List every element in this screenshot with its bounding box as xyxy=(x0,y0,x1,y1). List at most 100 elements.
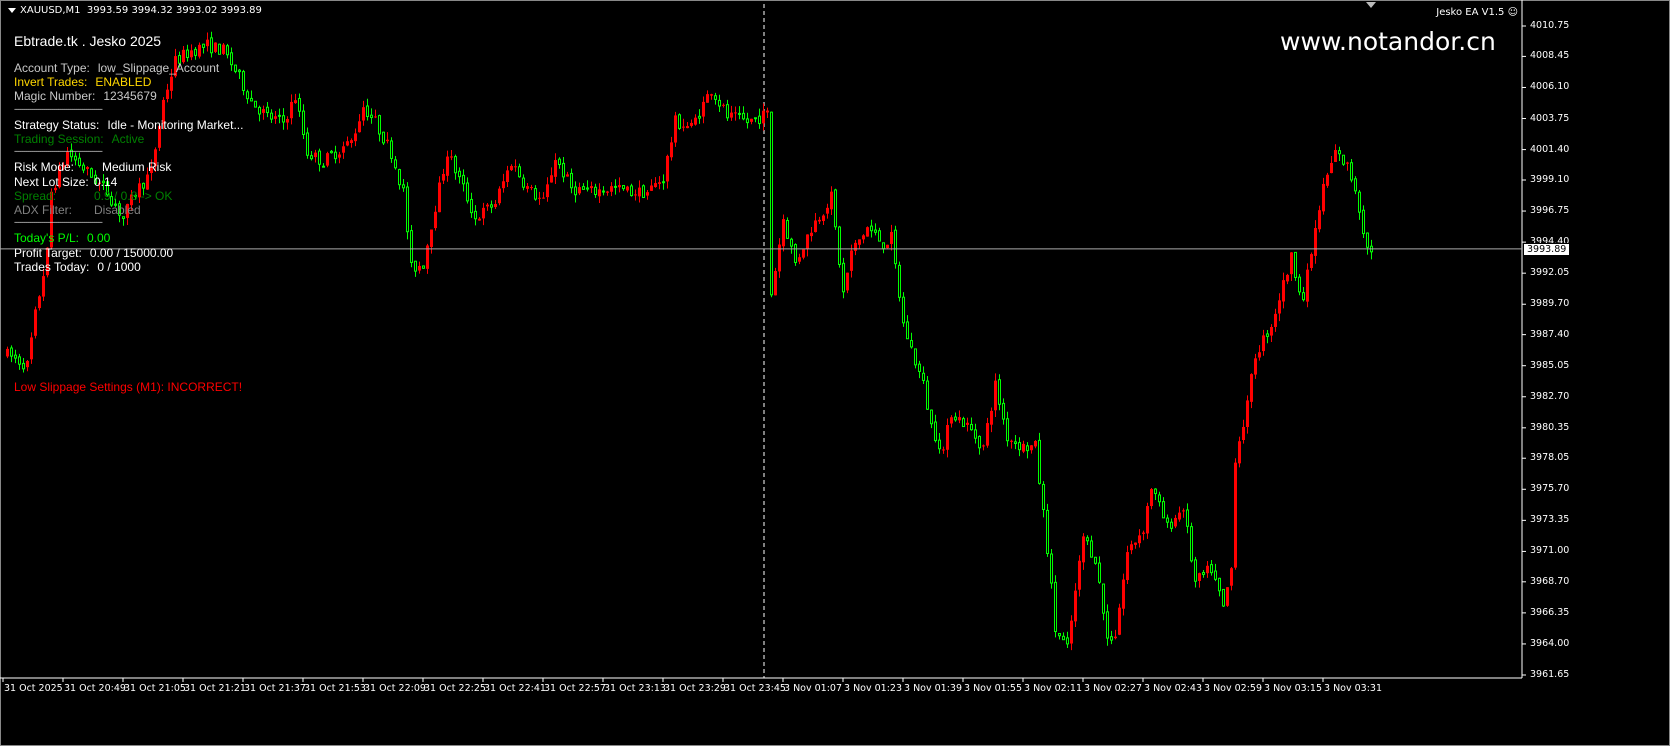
candle-body xyxy=(398,169,401,186)
candle-body xyxy=(534,188,537,200)
ea-name: Jesko EA V1.5 xyxy=(1436,7,1505,18)
candle-body xyxy=(454,156,457,174)
time-tick-label: 31 Oct 23:29 xyxy=(664,683,726,694)
candle-body xyxy=(746,118,749,124)
candle-body xyxy=(462,174,465,185)
candle-body xyxy=(914,348,917,366)
candle-body xyxy=(1366,232,1369,248)
candle-body xyxy=(1306,269,1309,302)
candle-body xyxy=(270,112,273,120)
candle-body xyxy=(234,64,237,72)
panel-label: Trading Session: xyxy=(14,132,104,146)
candle-body xyxy=(730,112,733,118)
candle-body xyxy=(274,116,277,119)
candle-body xyxy=(1242,426,1245,441)
price-tick-label: 3989.70 xyxy=(1530,298,1570,310)
candle-body xyxy=(350,140,353,144)
price-tick-label: 3973.35 xyxy=(1530,514,1570,526)
candle-body xyxy=(1294,251,1297,279)
panel-label: Magic Number: xyxy=(14,89,96,104)
candle-body xyxy=(1138,535,1141,544)
candle-body xyxy=(266,106,269,114)
candle-body xyxy=(1282,280,1285,302)
candle-body xyxy=(214,42,217,52)
candle-body xyxy=(794,244,797,263)
chart-shift-marker-icon[interactable] xyxy=(1366,2,1376,8)
candle-body xyxy=(1042,483,1045,511)
candle-body xyxy=(726,104,729,119)
candle-body xyxy=(710,94,713,96)
candle-body xyxy=(618,185,621,188)
symbol-label: XAUUSD,M1 xyxy=(20,5,81,16)
bid-price-tag: 3993.89 xyxy=(1523,242,1571,256)
candle-body xyxy=(1310,254,1313,268)
smiley-icon[interactable]: ☺ xyxy=(1508,7,1518,18)
candle-body xyxy=(470,198,473,214)
candle-body xyxy=(598,189,601,197)
candle-body xyxy=(194,48,197,56)
panel-line: Next Lot Size: 0.14 xyxy=(14,175,117,189)
candle-body xyxy=(306,132,309,156)
candle-body xyxy=(1002,402,1005,420)
candle-body xyxy=(374,116,377,118)
price-chart[interactable] xyxy=(0,0,1670,746)
panel-line: Trading Session: Active xyxy=(14,132,144,146)
candle-body xyxy=(806,234,809,249)
price-tick-label: 3996.75 xyxy=(1530,205,1570,217)
candle-body xyxy=(1062,635,1065,641)
candle-body xyxy=(766,110,769,113)
candle-body xyxy=(486,204,489,207)
candle-body xyxy=(770,111,773,296)
candle-body xyxy=(418,265,421,271)
watermark: www.notandor.cn xyxy=(1280,27,1496,56)
candle-body xyxy=(978,435,981,449)
candle-body xyxy=(386,139,389,142)
candle-body xyxy=(278,114,281,117)
candle-body xyxy=(450,156,453,158)
dropdown-triangle-icon[interactable] xyxy=(8,7,16,13)
panel-value: 0.00 / 15000.00 xyxy=(89,245,174,260)
candle-body xyxy=(478,218,481,221)
candle-body xyxy=(586,187,589,190)
candle-body xyxy=(982,445,985,447)
candle-body xyxy=(742,112,745,120)
candle-body xyxy=(542,197,545,199)
candle-body xyxy=(1358,191,1361,213)
candle-body xyxy=(6,348,9,357)
candle-body xyxy=(1126,552,1129,581)
slippage-warning: Low Slippage Settings (M1): INCORRECT! xyxy=(14,380,243,394)
candle-body xyxy=(942,449,945,451)
candle-body xyxy=(1078,560,1081,590)
candle-body xyxy=(1090,540,1093,558)
panel-label: Trades Today: xyxy=(14,259,90,274)
candle-body xyxy=(506,170,509,183)
candle-body xyxy=(938,439,941,450)
panel-value: 0.9 / 0.8 -> OK xyxy=(94,188,173,203)
candle-body xyxy=(1166,517,1169,523)
candle-body xyxy=(970,423,973,431)
candle-body xyxy=(890,231,893,244)
candle-body xyxy=(314,152,317,158)
candle-body xyxy=(142,182,145,189)
candle-body xyxy=(34,309,37,336)
candle-body xyxy=(342,146,345,153)
candle-body xyxy=(298,98,301,112)
candle-body xyxy=(538,197,541,199)
candle-body xyxy=(690,122,693,126)
candle-body xyxy=(482,207,485,219)
candle-body xyxy=(686,126,689,129)
candle-body xyxy=(502,181,505,189)
candle-body xyxy=(974,429,977,439)
candle-body xyxy=(310,155,313,160)
candle-body xyxy=(558,158,561,166)
candle-body xyxy=(146,174,149,190)
panel-line: Account Type: low_Slippage_Account xyxy=(14,61,219,75)
time-tick-label: 31 Oct 22:41 xyxy=(484,683,546,694)
panel-label: Spread: xyxy=(14,188,57,203)
panel-line: Trades Today: 0 / 1000 xyxy=(14,260,141,274)
candle-body xyxy=(986,423,989,446)
candle-body xyxy=(1342,154,1345,165)
candle-body xyxy=(1038,439,1041,484)
candle-body xyxy=(894,229,897,265)
candle-body xyxy=(930,409,933,425)
